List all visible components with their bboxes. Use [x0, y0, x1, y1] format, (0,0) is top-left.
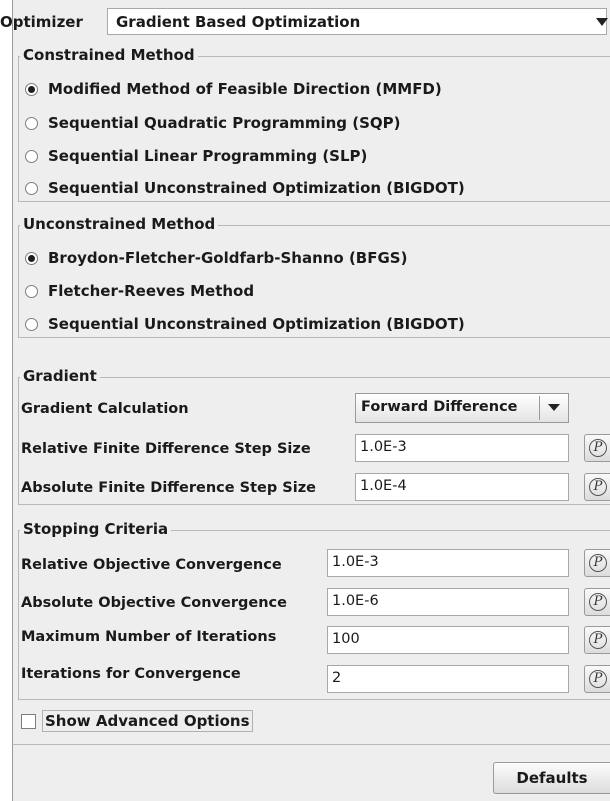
parameter-icon: P	[589, 631, 607, 649]
show-advanced-options-checkbox[interactable]: Show Advanced Options	[21, 709, 253, 733]
maximum-iterations-label: Maximum Number of Iterations	[21, 629, 277, 645]
absolute-objective-convergence-field[interactable]: 1.0E-6	[327, 588, 569, 616]
parameter-icon: P	[589, 554, 607, 572]
radio-sqp[interactable]: Sequential Quadratic Programming (SQP)	[25, 112, 401, 134]
gradient-calculation-value: Forward Difference	[361, 399, 518, 415]
absolute-step-size-label: Absolute Finite Difference Step Size	[21, 480, 316, 496]
parameter-icon: P	[589, 670, 607, 688]
unconstrained-method-legend: Unconstrained Method	[20, 215, 219, 233]
maximum-iterations-parameter-button[interactable]: P	[584, 626, 610, 654]
relative-objective-convergence-field[interactable]: 1.0E-3	[327, 549, 569, 577]
relative-step-size-field[interactable]: 1.0E-3	[355, 434, 569, 462]
radio-label: Sequential Linear Programming (SLP)	[48, 147, 368, 165]
radio-mmfd[interactable]: Modified Method of Feasible Direction (M…	[25, 78, 442, 100]
parameter-icon: P	[589, 593, 607, 611]
absolute-objective-convergence-label: Absolute Objective Convergence	[21, 595, 287, 611]
stopping-criteria-legend: Stopping Criteria	[20, 520, 172, 538]
radio-bfgs[interactable]: Broydon-Fletcher-Goldfarb-Shanno (BFGS)	[25, 247, 407, 269]
triangle-down-icon	[548, 404, 560, 411]
radio-button-icon	[25, 116, 38, 130]
radio-fletcher-reeves[interactable]: Fletcher-Reeves Method	[25, 280, 254, 302]
relative-objective-convergence-label: Relative Objective Convergence	[21, 557, 282, 573]
radio-button-icon	[25, 181, 38, 195]
iterations-for-convergence-parameter-button[interactable]: P	[584, 665, 610, 693]
radio-button-icon	[25, 251, 38, 265]
radio-label: Modified Method of Feasible Direction (M…	[48, 80, 442, 98]
gradient-calculation-select[interactable]: Forward Difference	[355, 393, 569, 423]
absolute-step-size-parameter-button[interactable]: P	[584, 473, 610, 501]
radio-button-icon	[25, 317, 38, 331]
radio-label: Broydon-Fletcher-Goldfarb-Shanno (BFGS)	[48, 249, 408, 267]
absolute-step-size-field[interactable]: 1.0E-4	[355, 473, 569, 501]
footer-divider	[12, 744, 610, 745]
defaults-button[interactable]: Defaults	[493, 762, 610, 794]
radio-bigdot-constrained[interactable]: Sequential Unconstrained Optimization (B…	[25, 177, 465, 199]
parameter-icon: P	[589, 478, 607, 496]
show-advanced-options-label: Show Advanced Options	[42, 710, 253, 732]
gradient-calculation-label: Gradient Calculation	[21, 401, 189, 417]
radio-button-icon	[25, 82, 38, 96]
absolute-objective-convergence-parameter-button[interactable]: P	[584, 588, 610, 616]
radio-label: Sequential Unconstrained Optimization (B…	[48, 179, 465, 197]
optimizer-label: Optimizer	[0, 13, 83, 31]
parameter-icon: P	[589, 439, 607, 457]
radio-button-icon	[25, 284, 38, 298]
iterations-for-convergence-label: Iterations for Convergence	[21, 666, 241, 682]
triangle-down-icon	[596, 18, 608, 26]
radio-label: Sequential Unconstrained Optimization (B…	[48, 315, 465, 333]
radio-label: Fletcher-Reeves Method	[48, 282, 255, 300]
optimizer-select[interactable]: Gradient Based Optimization	[107, 8, 608, 35]
radio-bigdot-unconstrained[interactable]: Sequential Unconstrained Optimization (B…	[25, 313, 465, 335]
gradient-legend: Gradient	[20, 367, 100, 385]
radio-slp[interactable]: Sequential Linear Programming (SLP)	[25, 145, 367, 167]
radio-label: Sequential Quadratic Programming (SQP)	[48, 114, 401, 132]
combo-separator	[539, 396, 540, 420]
maximum-iterations-field[interactable]: 100	[327, 626, 569, 654]
checkbox-icon	[21, 713, 36, 729]
optimizer-selected-value: Gradient Based Optimization	[116, 13, 361, 31]
radio-button-icon	[25, 149, 38, 163]
relative-objective-convergence-parameter-button[interactable]: P	[584, 549, 610, 577]
relative-step-size-parameter-button[interactable]: P	[584, 434, 610, 462]
iterations-for-convergence-field[interactable]: 2	[327, 665, 569, 693]
constrained-method-legend: Constrained Method	[20, 46, 198, 64]
relative-step-size-label: Relative Finite Difference Step Size	[21, 441, 311, 457]
